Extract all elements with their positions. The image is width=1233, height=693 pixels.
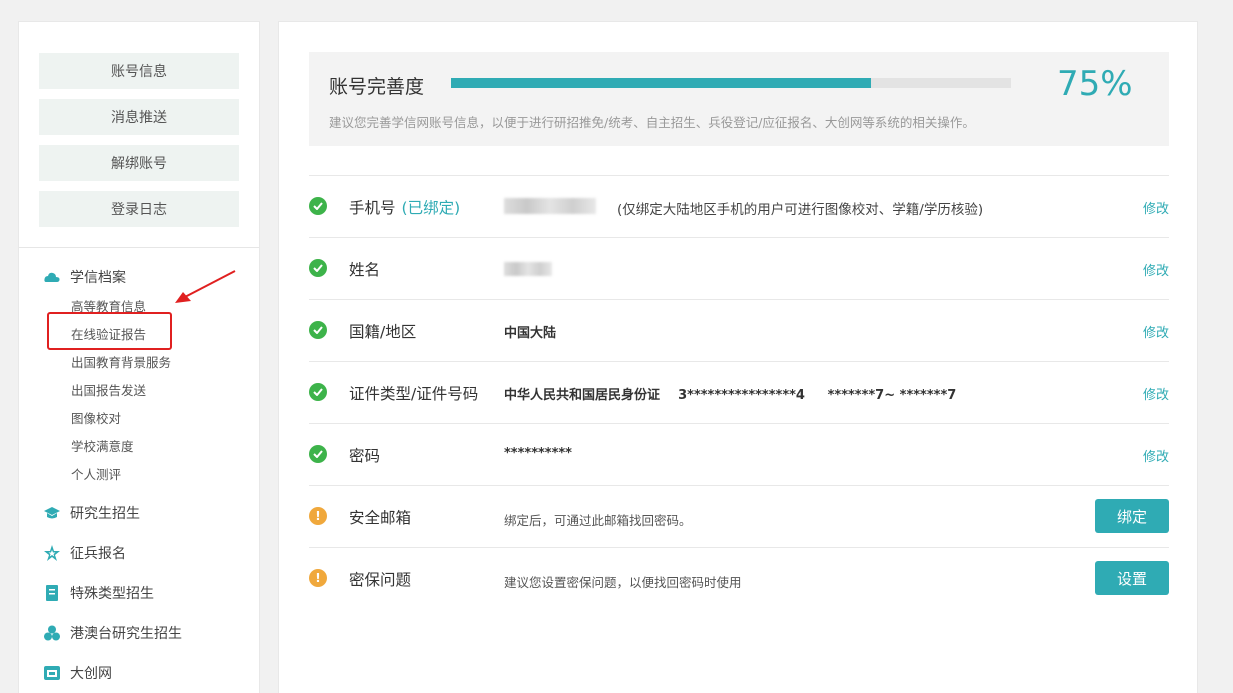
- progress-title: 账号完善度: [329, 76, 425, 98]
- row-label: 密码: [349, 447, 381, 465]
- progress-bar-fill: [451, 78, 871, 88]
- nationality-value: 中国大陆: [504, 326, 557, 341]
- main-panel: 账号完善度 75% 建议您完善学信网账号信息，以便于进行研招推免/统考、自主招生…: [278, 21, 1198, 693]
- sidebar-item-label: 大创网: [70, 666, 112, 682]
- edit-phone-link[interactable]: 修改: [1143, 198, 1169, 217]
- sidebar-item-conscription[interactable]: 征兵报名: [44, 542, 126, 564]
- star-badge-icon: [44, 545, 60, 561]
- check-icon: [309, 197, 327, 215]
- sidebar-item-label: 特殊类型招生: [70, 586, 154, 602]
- sidebar-item-dachuang[interactable]: 大创网: [44, 662, 112, 684]
- edit-id-link[interactable]: 修改: [1143, 384, 1169, 403]
- message-push-button[interactable]: 消息推送: [39, 99, 239, 135]
- row-label: 国籍/地区: [349, 323, 417, 341]
- row-label: 证件类型/证件号码: [349, 385, 479, 403]
- edit-nationality-link[interactable]: 修改: [1143, 322, 1169, 341]
- id-value: 中华人民共和国居民身份证 3****************4 *******7…: [504, 388, 957, 403]
- annotation-highlight-box: [47, 312, 172, 350]
- warning-icon: !: [309, 569, 327, 587]
- sidebar-item-hk-macao-taiwan-admission[interactable]: 港澳台研究生招生: [44, 622, 182, 644]
- bound-tag: (已绑定): [401, 199, 461, 217]
- edit-password-link[interactable]: 修改: [1143, 446, 1169, 465]
- window-icon: [44, 665, 60, 681]
- security-question-desc: 建议您设置密保问题，以便找回密码时使用: [504, 575, 742, 590]
- graduation-cap-icon: [44, 505, 60, 521]
- sidebar-divider: [19, 247, 259, 248]
- redacted-phone: [504, 198, 596, 214]
- password-value: **********: [504, 446, 572, 461]
- sub-item-school-satisfaction[interactable]: 学校满意度: [71, 436, 134, 454]
- bind-email-button[interactable]: 绑定: [1095, 499, 1169, 533]
- check-icon: [309, 259, 327, 277]
- book-icon: [44, 585, 60, 601]
- warning-icon: !: [309, 507, 327, 525]
- cluster-icon: [44, 625, 60, 641]
- info-row-security-email: ! 安全邮箱 绑定后，可通过此邮箱找回密码。 绑定: [309, 485, 1169, 547]
- sidebar-item-special-admission[interactable]: 特殊类型招生: [44, 582, 154, 604]
- progress-bar: [451, 78, 1011, 88]
- info-row-nationality: 国籍/地区 中国大陆 修改: [309, 299, 1169, 361]
- row-label: 手机号 (已绑定): [349, 199, 461, 217]
- progress-percent: 75%: [1057, 64, 1133, 104]
- info-row-name: 姓名 修改: [309, 237, 1169, 299]
- info-row-id: 证件类型/证件号码 中华人民共和国居民身份证 3****************…: [309, 361, 1169, 423]
- redacted-name: [504, 262, 552, 276]
- annotation-arrow-icon: [175, 270, 236, 303]
- sidebar-item-label: 征兵报名: [70, 546, 126, 562]
- sidebar-item-graduate-admission[interactable]: 研究生招生: [44, 502, 140, 524]
- sidebar-item-label: 学信档案: [70, 270, 126, 286]
- set-security-question-button[interactable]: 设置: [1095, 561, 1169, 595]
- info-row-security-question: ! 密保问题 建议您设置密保问题，以便找回密码时使用 设置: [309, 547, 1169, 609]
- sub-item-overseas-report-send[interactable]: 出国报告发送: [71, 380, 146, 398]
- edit-name-link[interactable]: 修改: [1143, 260, 1169, 279]
- info-row-phone: 手机号 (已绑定) (仅绑定大陆地区手机的用户可进行图像校对、学籍/学历核验) 修…: [309, 175, 1169, 237]
- sub-item-personal-assessment[interactable]: 个人测评: [71, 464, 121, 482]
- cloud-icon: [44, 269, 60, 285]
- row-label: 密保问题: [349, 571, 412, 589]
- row-label: 姓名: [349, 261, 381, 279]
- sidebar: 账号信息 消息推送 解绑账号 登录日志 学信档案 高等教育信息 在线验证报告 出…: [18, 21, 260, 693]
- row-label: 安全邮箱: [349, 509, 412, 527]
- login-log-button[interactable]: 登录日志: [39, 191, 239, 227]
- sidebar-item-xuexin-archive[interactable]: 学信档案: [44, 266, 126, 288]
- check-icon: [309, 383, 327, 401]
- security-email-desc: 绑定后，可通过此邮箱找回密码。: [504, 513, 692, 528]
- sub-item-overseas-education-service[interactable]: 出国教育背景服务: [71, 352, 171, 370]
- check-icon: [309, 321, 327, 339]
- sub-item-image-proofreading[interactable]: 图像校对: [71, 408, 121, 426]
- account-completeness-panel: 账号完善度 75% 建议您完善学信网账号信息，以便于进行研招推免/统考、自主招生…: [309, 52, 1169, 146]
- progress-hint: 建议您完善学信网账号信息，以便于进行研招推免/统考、自主招生、兵役登记/应征报名…: [329, 115, 975, 130]
- info-row-password: 密码 ********** 修改: [309, 423, 1169, 485]
- sidebar-item-label: 港澳台研究生招生: [70, 626, 182, 642]
- unbind-account-button[interactable]: 解绑账号: [39, 145, 239, 181]
- check-icon: [309, 445, 327, 463]
- sidebar-item-label: 研究生招生: [70, 506, 140, 522]
- account-info-button[interactable]: 账号信息: [39, 53, 239, 89]
- phone-note: (仅绑定大陆地区手机的用户可进行图像校对、学籍/学历核验): [617, 202, 984, 218]
